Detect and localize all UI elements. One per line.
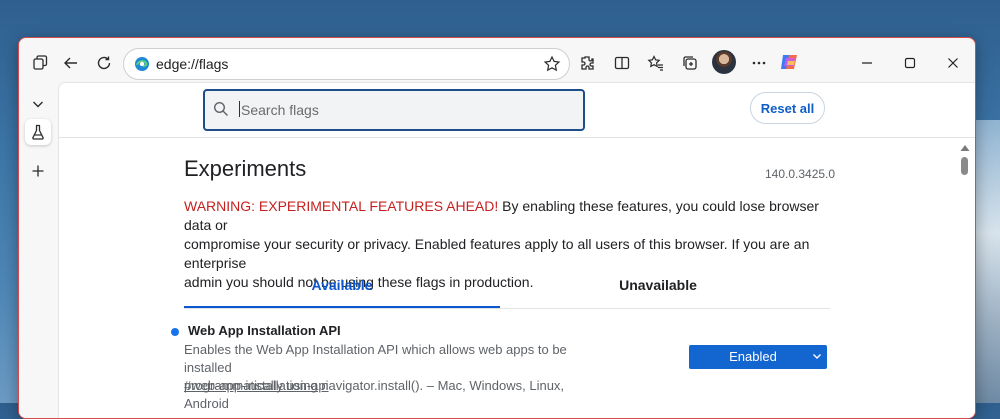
more-icon[interactable] <box>746 50 772 76</box>
header-divider <box>59 137 975 138</box>
toolbar: edge://flags <box>19 38 975 86</box>
warning-strong: WARNING: EXPERIMENTAL FEATURES AHEAD! <box>184 198 499 214</box>
minimize-icon[interactable] <box>854 50 880 76</box>
search-input[interactable] <box>239 97 573 123</box>
flags-page: Reset all Experiments 140.0.3425.0 WARNI… <box>58 82 975 418</box>
collections-icon[interactable] <box>677 50 703 76</box>
browser-window: edge://flags Search flags Reset all Expe… <box>18 37 976 419</box>
chevron-down-icon <box>813 354 821 359</box>
search-box[interactable] <box>203 89 585 131</box>
address-text[interactable]: edge://flags <box>156 56 228 72</box>
flag-desc-line1: Enables the Web App Installation API whi… <box>184 342 567 375</box>
warning-line2: compromise your security or privacy. Ena… <box>184 236 810 271</box>
tab-bar: Available Unavailable <box>184 273 830 309</box>
back-icon[interactable] <box>58 50 84 76</box>
workspaces-icon[interactable] <box>27 50 53 76</box>
flag-anchor-link[interactable]: #web-app-installation-api <box>184 378 329 393</box>
page-title: Experiments <box>184 156 307 181</box>
flag-title: Web App Installation API <box>188 323 341 338</box>
flask-icon[interactable] <box>25 119 51 145</box>
tabs-divider <box>184 308 830 309</box>
refresh-icon[interactable] <box>91 50 117 76</box>
reset-all-button[interactable]: Reset all <box>750 92 825 124</box>
collapse-chevron-icon[interactable] <box>25 91 51 117</box>
version-label: 140.0.3425.0 <box>765 167 836 181</box>
tab-selected-indicator <box>184 306 500 308</box>
tab-available[interactable]: Available <box>184 273 500 307</box>
add-icon[interactable] <box>25 158 51 184</box>
flag-state-value: Enabled <box>729 349 777 364</box>
tab-unavailable[interactable]: Unavailable <box>500 273 816 307</box>
split-screen-icon[interactable] <box>609 50 635 76</box>
copilot-icon[interactable] <box>779 52 801 72</box>
extensions-icon[interactable] <box>574 50 600 76</box>
sidebar <box>19 86 57 418</box>
flag-modified-indicator <box>171 328 179 336</box>
favorite-star-icon[interactable] <box>543 55 561 73</box>
flag-state-select[interactable]: Enabled <box>689 345 827 369</box>
text-caret <box>239 101 240 117</box>
flag-description: Enables the Web App Installation API whi… <box>184 341 604 413</box>
scrollbar-thumb[interactable] <box>961 157 968 175</box>
profile-avatar[interactable] <box>712 50 736 74</box>
address-bar[interactable]: edge://flags <box>123 48 570 80</box>
favorites-icon[interactable] <box>643 50 669 76</box>
edge-logo-icon <box>135 57 149 71</box>
maximize-icon[interactable] <box>897 50 923 76</box>
close-icon[interactable] <box>940 50 966 76</box>
search-icon <box>213 101 228 116</box>
scroll-up-arrow-icon[interactable] <box>959 143 971 153</box>
